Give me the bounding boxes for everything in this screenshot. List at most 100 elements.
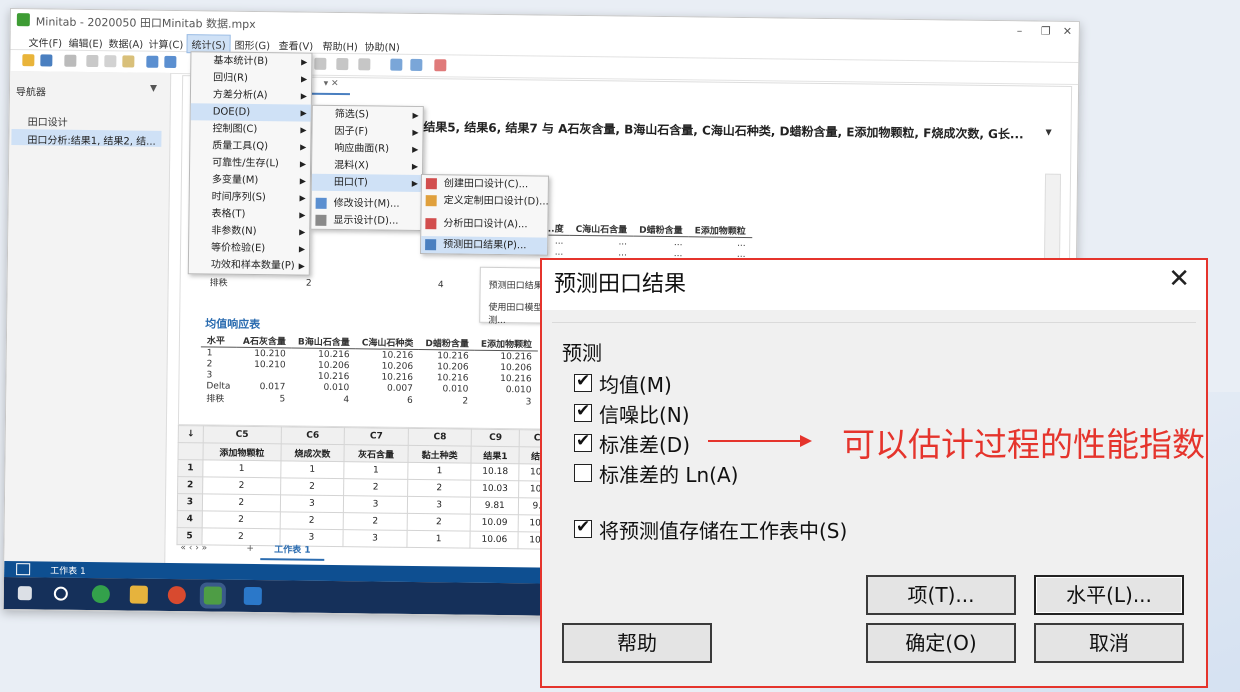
cut-icon[interactable] bbox=[86, 54, 99, 68]
menu-calc[interactable]: 计算(C) bbox=[144, 36, 187, 52]
column-header[interactable]: C7 bbox=[344, 427, 409, 446]
std-dev-checkbox[interactable] bbox=[574, 431, 592, 452]
menu-help[interactable]: 帮助(H) bbox=[318, 38, 362, 54]
powerpoint-icon[interactable] bbox=[167, 585, 186, 605]
add-sheet-icon[interactable]: + bbox=[246, 544, 254, 554]
menu-item[interactable]: 响应曲面(R) ▶ bbox=[312, 140, 422, 158]
menu-item[interactable]: 回归(R) ▶ bbox=[191, 69, 311, 87]
search-icon[interactable] bbox=[53, 586, 68, 601]
menu-item[interactable]: 时间序列(S) ▶ bbox=[190, 188, 310, 206]
predict-icon bbox=[425, 239, 437, 251]
navigator-item-selected[interactable]: 田口分析:结果1, 结果2, 结... bbox=[11, 129, 162, 148]
taguchi-submenu: 创建田口设计(C)... 定义定制田口设计(D)... 分析田口设计(A)...… bbox=[420, 174, 549, 256]
std-dev-label: 标准差(D) bbox=[599, 433, 691, 457]
menu-item[interactable]: 创建田口设计(C)... bbox=[422, 175, 548, 194]
word-icon[interactable] bbox=[243, 586, 262, 606]
menu-item[interactable]: 可靠性/生存(L) ▶ bbox=[190, 154, 310, 172]
menu-item[interactable]: 多变量(M) ▶ bbox=[190, 171, 310, 189]
menu-item[interactable]: 修改设计(M)... bbox=[312, 195, 422, 213]
print-icon[interactable] bbox=[64, 54, 77, 67]
undo-icon[interactable] bbox=[146, 55, 159, 68]
chevron-down-icon[interactable]: ▼ bbox=[150, 84, 157, 94]
display-icon bbox=[315, 214, 327, 226]
menu-item[interactable]: 筛选(S) ▶ bbox=[313, 106, 423, 124]
tool-icon[interactable] bbox=[410, 58, 423, 72]
open-icon[interactable] bbox=[22, 54, 35, 67]
column-header[interactable]: C8 bbox=[408, 428, 472, 447]
restore-icon[interactable]: ❐ bbox=[1041, 25, 1051, 38]
menu-view[interactable]: 查看(V) bbox=[274, 37, 317, 53]
menu-item[interactable]: 混料(X) ▶ bbox=[312, 157, 422, 175]
navigator-item[interactable]: 田口设计 bbox=[28, 113, 68, 128]
menu-item-taguchi[interactable]: 田口(T) ▶ bbox=[311, 173, 422, 193]
tool-icon[interactable] bbox=[390, 58, 403, 71]
brush-icon[interactable] bbox=[434, 59, 447, 72]
define-icon bbox=[425, 195, 437, 207]
output-tab[interactable]: ▾ ✕ bbox=[311, 78, 351, 96]
redo-icon[interactable] bbox=[164, 55, 177, 69]
column-name[interactable]: 灰石含量 bbox=[344, 444, 409, 463]
panel-icon[interactable] bbox=[16, 563, 31, 576]
column-name[interactable]: 添加物颗粒 bbox=[202, 442, 281, 461]
ok-button[interactable]: 确定(O) bbox=[866, 623, 1016, 663]
menu-item[interactable]: 定义定制田口设计(D)... bbox=[422, 192, 549, 211]
sn-ratio-checkbox[interactable] bbox=[574, 401, 592, 422]
menu-item[interactable]: 表格(T) ▶ bbox=[189, 205, 309, 223]
worksheet-grid: ↓ C5 C6 C7 C8 C9 C10 添加物颗粒 烧成次数 灰石含量 黏土种… bbox=[176, 425, 568, 550]
close-window-icon[interactable]: ✕ bbox=[1063, 25, 1072, 38]
store-predictions-checkbox[interactable] bbox=[574, 517, 592, 538]
ln-std-dev-checkbox[interactable] bbox=[574, 464, 592, 482]
menu-item[interactable]: 等价检验(E) ▶ bbox=[189, 239, 309, 257]
annotation-text: 可以估计过程的性能指数 bbox=[842, 425, 1205, 464]
close-icon[interactable]: ✕ bbox=[1168, 264, 1190, 294]
copy-icon[interactable] bbox=[104, 55, 117, 68]
menu-item[interactable]: 显示设计(D)... bbox=[311, 212, 421, 230]
menu-item[interactable]: 控制图(C) ▶ bbox=[190, 120, 310, 138]
ln-std-dev-label: 标准差的 Ln(A) bbox=[599, 463, 739, 487]
column-name[interactable]: 结果1 bbox=[471, 446, 520, 464]
menu-item[interactable]: 方差分析(A) ▶ bbox=[191, 86, 311, 104]
sheet-tabs: « ‹ › » + 工作表 1 bbox=[176, 541, 566, 564]
menu-file[interactable]: 文件(F) bbox=[24, 34, 66, 50]
menu-graph[interactable]: 图形(G) bbox=[230, 37, 274, 53]
save-icon[interactable] bbox=[40, 54, 53, 67]
menu-data[interactable]: 数据(A) bbox=[104, 35, 147, 51]
sheet-tab[interactable]: 工作表 1 bbox=[260, 542, 325, 561]
minitab-logo-icon bbox=[16, 13, 30, 27]
menu-edit[interactable]: 编辑(E) bbox=[64, 35, 106, 51]
menu-item-predict[interactable]: 预测田口结果(P)... bbox=[421, 236, 548, 255]
menu-item[interactable]: 因子(F) ▶ bbox=[312, 123, 422, 141]
dialog-title: 预测田口结果 bbox=[554, 272, 687, 297]
menu-item[interactable]: 非参数(N) ▶ bbox=[189, 222, 309, 240]
column-header[interactable]: C6 bbox=[280, 426, 345, 445]
cancel-button[interactable]: 取消 bbox=[1034, 623, 1184, 663]
tool-icon[interactable] bbox=[336, 57, 349, 71]
folder-icon[interactable] bbox=[129, 585, 148, 604]
sheet-nav-icon[interactable]: « ‹ › » bbox=[180, 543, 207, 553]
minimize-icon[interactable]: – bbox=[1017, 24, 1023, 37]
chevron-down-icon[interactable]: ▼ bbox=[1046, 128, 1052, 137]
browser-icon[interactable] bbox=[91, 585, 110, 604]
column-header[interactable]: C5 bbox=[203, 425, 281, 444]
minitab-icon[interactable] bbox=[203, 586, 222, 605]
menu-item[interactable]: 质量工具(Q) ▶ bbox=[190, 137, 310, 155]
menu-item[interactable]: 基本统计(B) ▶ bbox=[191, 52, 311, 70]
means-response-title: 均值响应表 bbox=[205, 317, 261, 332]
mean-checkbox[interactable] bbox=[574, 371, 592, 392]
terms-button[interactable]: 项(T)... bbox=[866, 575, 1016, 615]
windows-start-icon[interactable] bbox=[17, 586, 32, 601]
menu-item[interactable]: 分析田口设计(A)... bbox=[421, 215, 547, 234]
menu-item-doe[interactable]: DOE(D) ▶ bbox=[190, 103, 311, 122]
levels-button[interactable]: 水平(L)... bbox=[1034, 575, 1184, 615]
column-name[interactable]: 黏土种类 bbox=[407, 445, 472, 464]
navigator-pane: 导航器 ▼ 田口设计 田口分析:结果1, 结果2, 结... bbox=[4, 71, 172, 565]
menu-item[interactable]: 功效和样本数量(P) ▶ bbox=[189, 256, 309, 274]
tool-icon[interactable] bbox=[358, 58, 371, 71]
analyze-icon bbox=[425, 218, 437, 230]
menu-assist[interactable]: 协助(N) bbox=[360, 38, 403, 54]
paste-icon[interactable] bbox=[122, 55, 135, 68]
column-header[interactable]: C9 bbox=[471, 429, 520, 447]
column-name[interactable]: 烧成次数 bbox=[280, 443, 345, 462]
tool-icon[interactable] bbox=[314, 57, 327, 70]
help-button[interactable]: 帮助 bbox=[562, 623, 712, 663]
